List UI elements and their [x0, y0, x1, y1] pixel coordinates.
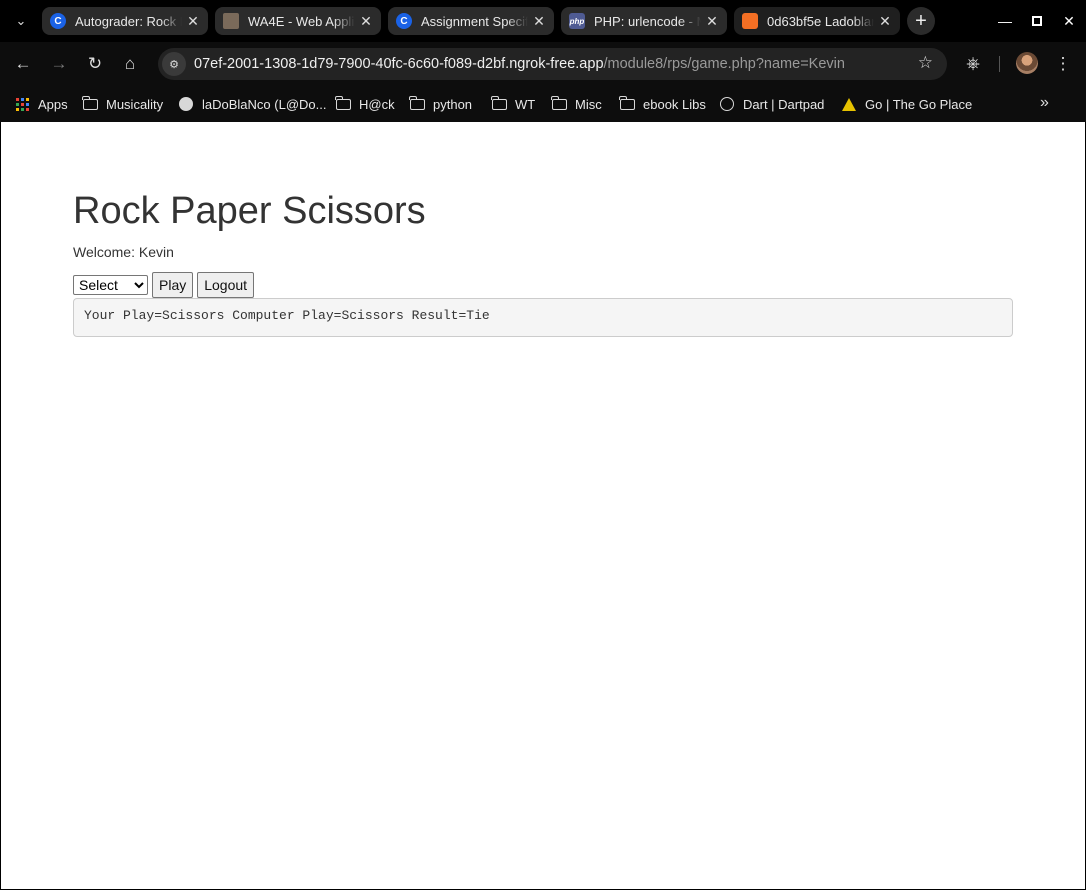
- bookmark-label: python: [433, 96, 473, 112]
- apps-grid-icon: [14, 97, 30, 111]
- forward-arrow-icon[interactable]: →: [45, 50, 73, 78]
- bookmark-dartpad[interactable]: Dart | Dartpad: [719, 94, 824, 114]
- folder-icon: [409, 95, 425, 111]
- bookmark-label: Dart | Dartpad: [743, 96, 825, 112]
- tab-strip: ⌄ C Autograder: Rock Paper Scissors ✕ WA…: [0, 0, 1086, 42]
- minimize-icon[interactable]: —: [994, 10, 1016, 32]
- globe-icon: [719, 97, 735, 111]
- bookmark-go-place[interactable]: Go | The Go Place: [841, 94, 972, 114]
- bookmark-label: ebook Libs: [643, 96, 706, 112]
- close-icon[interactable]: ✕: [874, 13, 896, 30]
- folder-icon: [619, 95, 635, 111]
- profile-avatar[interactable]: [1016, 52, 1038, 74]
- close-icon[interactable]: ✕: [355, 13, 377, 30]
- bookmark-wt[interactable]: WT: [491, 94, 535, 114]
- maximize-icon[interactable]: [1026, 10, 1048, 32]
- close-icon[interactable]: ✕: [701, 13, 723, 30]
- site-info-icon[interactable]: ⚙: [162, 52, 186, 76]
- bookmark-github[interactable]: laDoBlaNco (L@Do...: [178, 94, 326, 114]
- menu-kebab-icon[interactable]: ⋮: [1049, 50, 1077, 78]
- result-output: Your Play=Scissors Computer Play=Scissor…: [73, 298, 1013, 337]
- close-icon[interactable]: ✕: [528, 13, 550, 30]
- folder-icon: [491, 95, 507, 111]
- welcome-text: Welcome: Kevin: [73, 244, 174, 260]
- reload-icon[interactable]: ↻: [81, 50, 109, 78]
- tab-favicon-icon: [742, 13, 758, 29]
- tab-favicon-icon: C: [50, 13, 66, 29]
- page-title: Rock Paper Scissors: [73, 190, 426, 232]
- folder-icon: [82, 95, 98, 111]
- tab-wa4e[interactable]: WA4E - Web Applications for Everybody ✕: [215, 7, 381, 35]
- tab-title: PHP: urlencode - Manual: [594, 13, 701, 29]
- tab-favicon-icon: [223, 13, 239, 29]
- bookmark-label: Misc: [575, 96, 602, 112]
- game-form: Select Play Logout: [73, 272, 255, 298]
- url-host: 07ef-2001-1308-1d79-7900-40fc-6c60-f089-…: [194, 56, 604, 72]
- tab-php-urlencode[interactable]: php PHP: urlencode - Manual ✕: [561, 7, 727, 35]
- bookmark-label: Musicality: [106, 96, 164, 112]
- bookmark-label: Go | The Go Place: [865, 96, 973, 112]
- url-path: /module8/rps/game.php?name=Kevin: [603, 56, 845, 72]
- bookmark-ebook-libs[interactable]: ebook Libs: [619, 94, 706, 114]
- play-select[interactable]: Select: [73, 275, 148, 295]
- bookmark-hack[interactable]: H@ck: [335, 94, 395, 114]
- more-bookmarks-chevron-icon[interactable]: »: [1040, 94, 1049, 112]
- bookmark-musicality[interactable]: Musicality: [82, 94, 163, 114]
- bookmark-apps[interactable]: Apps: [14, 94, 68, 114]
- tab-title: WA4E - Web Applications for Everybody: [248, 13, 355, 29]
- tab-search-chevron-icon[interactable]: ⌄: [8, 8, 34, 34]
- bookmark-label: WT: [515, 96, 536, 112]
- toolbar-divider: [999, 56, 1000, 72]
- bookmark-misc[interactable]: Misc: [551, 94, 602, 114]
- tab-title: 0d63bf5e Ladoblanco: [767, 13, 874, 29]
- tab-autograder[interactable]: C Autograder: Rock Paper Scissors ✕: [42, 7, 208, 35]
- logout-button[interactable]: Logout: [197, 272, 255, 298]
- php-icon: php: [569, 13, 585, 29]
- back-arrow-icon[interactable]: ←: [9, 50, 37, 78]
- tab-assignment[interactable]: C Assignment Specification ✕: [388, 7, 554, 35]
- tab-title: Assignment Specification: [421, 13, 528, 29]
- bookmark-python[interactable]: python: [409, 94, 472, 114]
- bookmark-star-icon[interactable]: ☆: [918, 53, 933, 73]
- new-tab-button[interactable]: +: [907, 7, 935, 35]
- play-button[interactable]: Play: [152, 272, 194, 298]
- folder-icon: [335, 95, 351, 111]
- github-icon: [178, 97, 194, 111]
- bookmark-label: laDoBlaNco (L@Do...: [202, 96, 327, 112]
- browser-chrome: ⌄ C Autograder: Rock Paper Scissors ✕ WA…: [0, 0, 1086, 122]
- home-icon[interactable]: ⌂: [116, 50, 144, 78]
- bookmark-label: Apps: [38, 96, 68, 112]
- tab-title: Autograder: Rock Paper Scissors: [75, 13, 182, 29]
- tab-favicon-icon: C: [396, 13, 412, 29]
- close-icon[interactable]: ✕: [182, 13, 204, 30]
- bookmarks-bar: Apps Musicality laDoBlaNco (L@Do... H@ck…: [0, 86, 1086, 122]
- address-bar[interactable]: ⚙ 07ef-2001-1308-1d79-7900-40fc-6c60-f08…: [158, 48, 947, 80]
- page-content: Rock Paper Scissors Welcome: Kevin Selec…: [1, 122, 1085, 889]
- close-window-icon[interactable]: ✕: [1058, 10, 1080, 32]
- bookmark-label: H@ck: [359, 96, 395, 112]
- toolbar: ← → ↻ ⌂ ⚙ 07ef-2001-1308-1d79-7900-40fc-…: [0, 42, 1086, 86]
- extensions-puzzle-icon[interactable]: ⎈: [959, 50, 987, 78]
- tab-ladoblanco[interactable]: 0d63bf5e Ladoblanco ✕: [734, 7, 900, 35]
- folder-icon: [551, 95, 567, 111]
- go-icon: [841, 97, 857, 111]
